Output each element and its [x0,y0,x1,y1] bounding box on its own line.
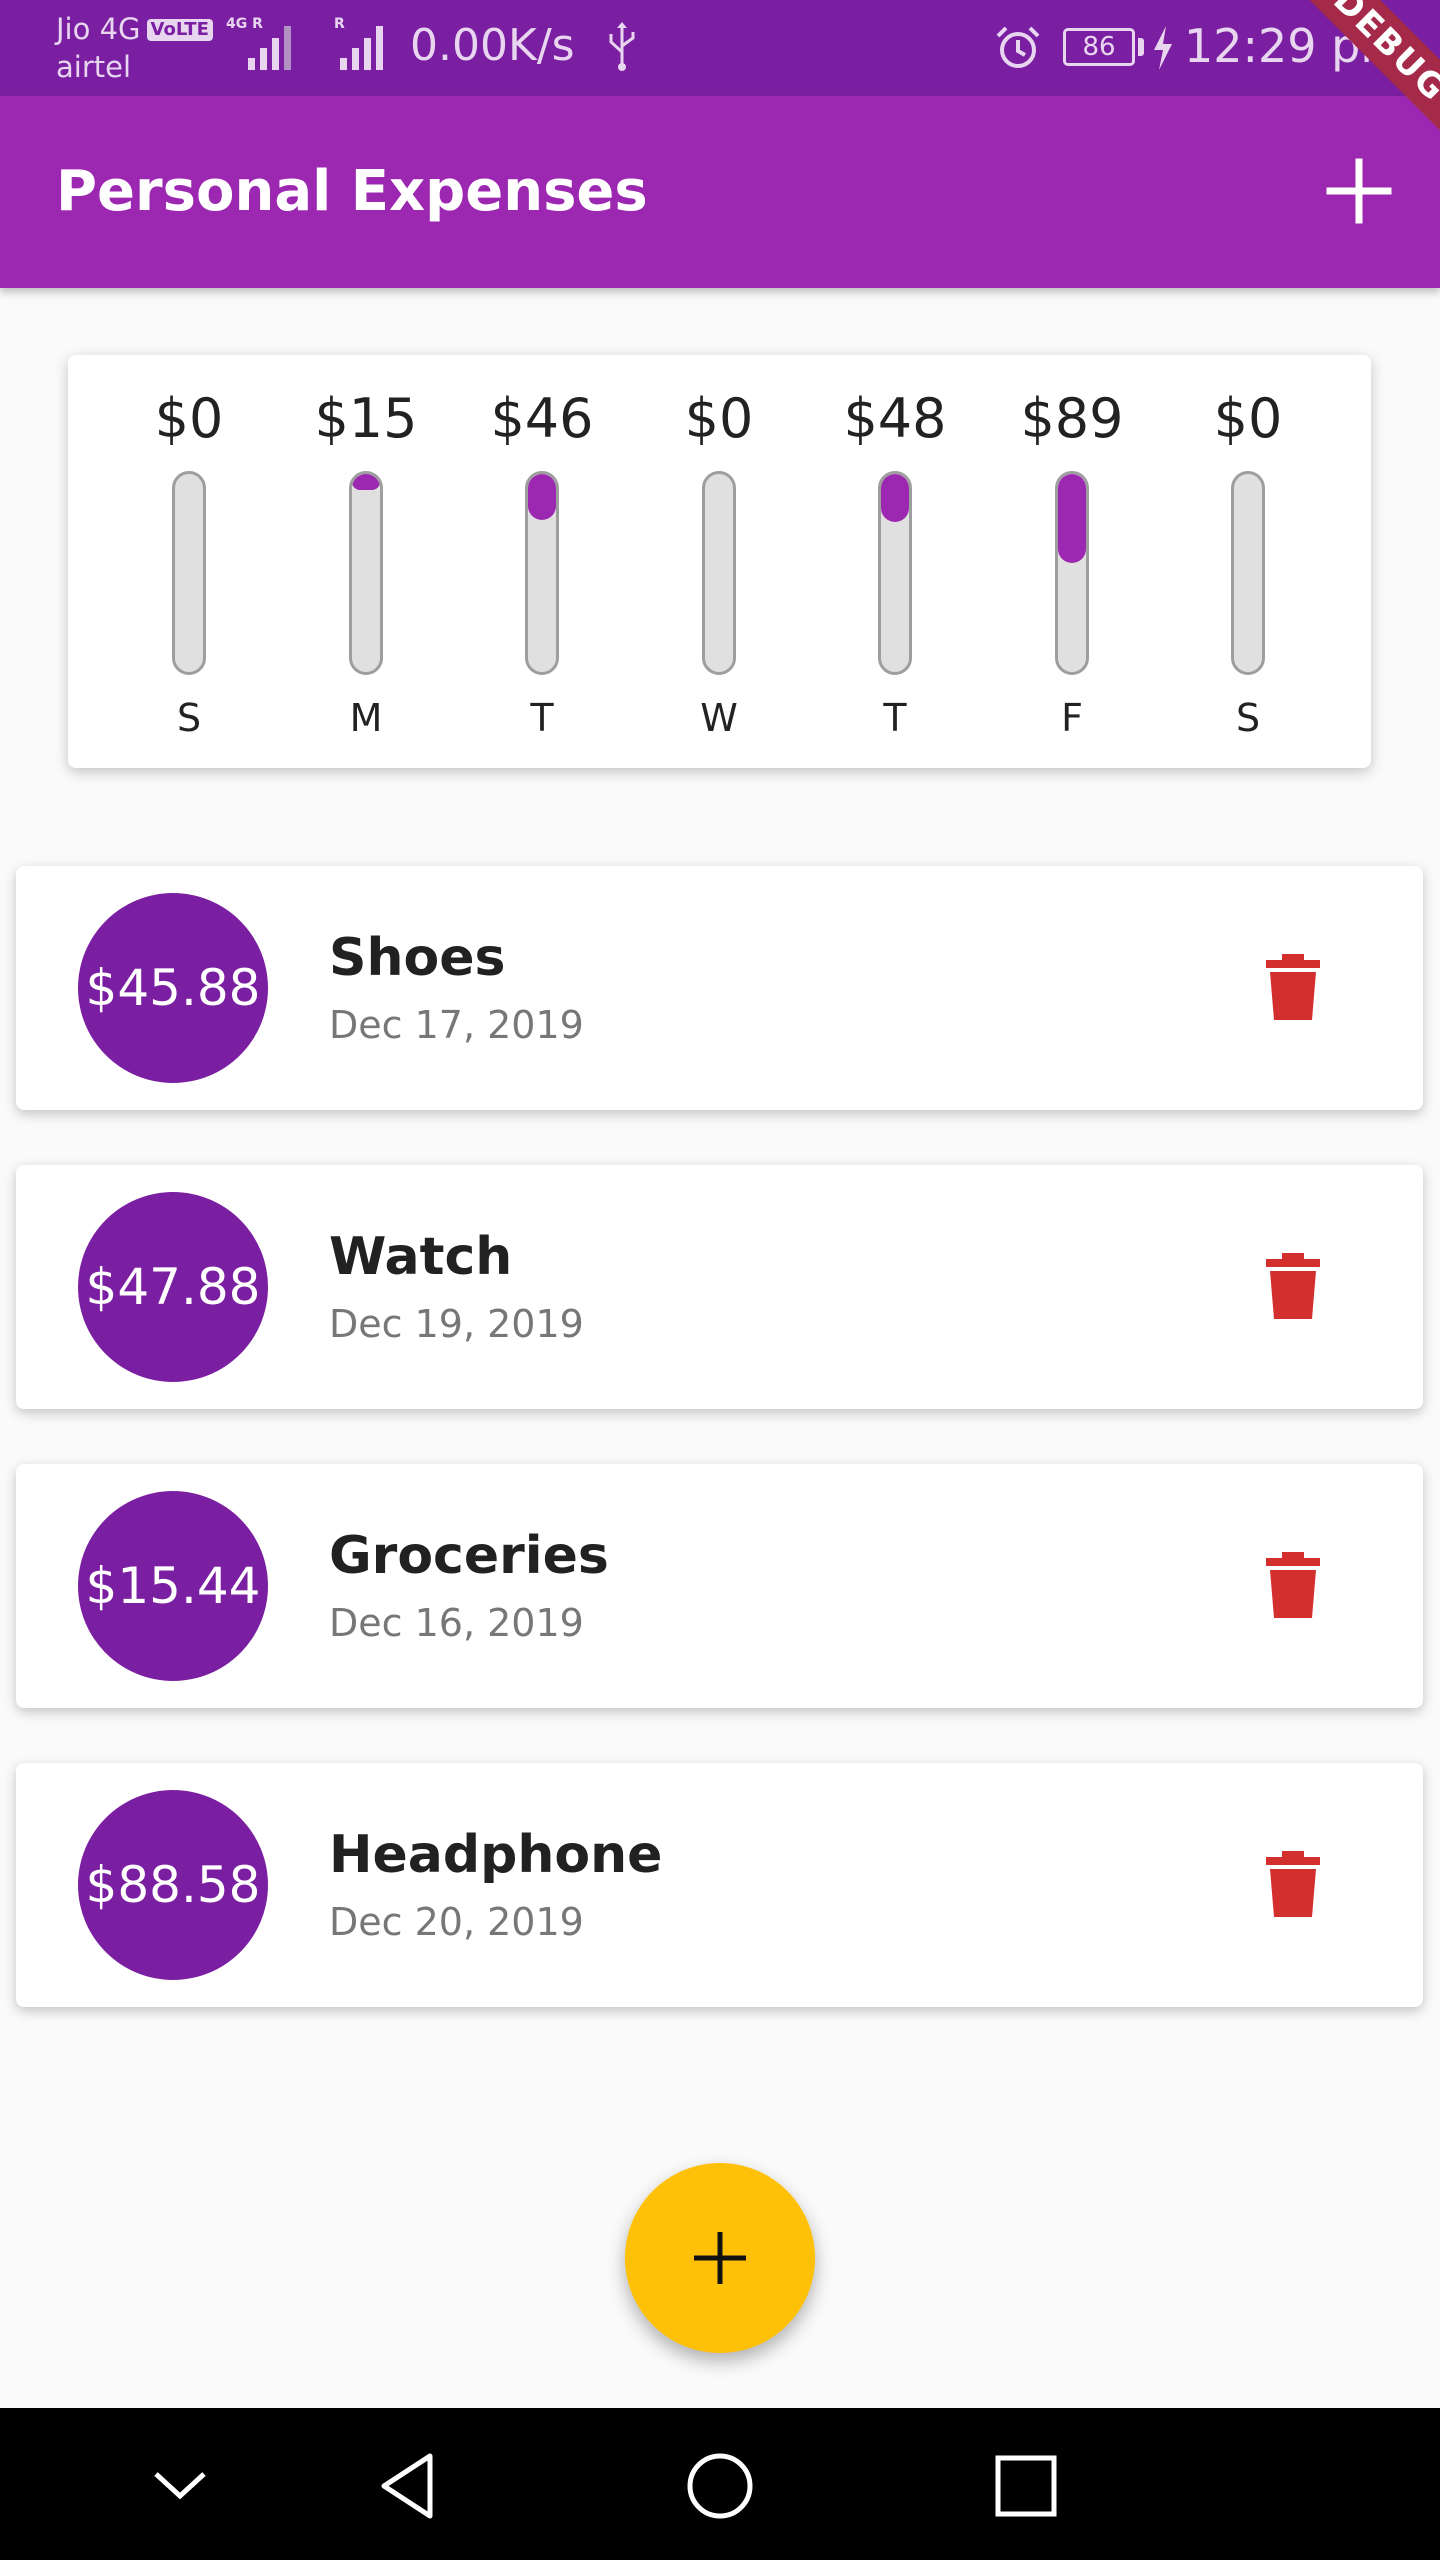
transaction-date: Dec 20, 2019 [329,1900,584,1944]
trash-icon [1266,1552,1320,1618]
chart-day-label: S [176,696,202,740]
transaction-date: Dec 19, 2019 [329,1302,584,1346]
delete-button[interactable] [1260,1253,1326,1319]
transaction-date: Dec 16, 2019 [329,1601,584,1645]
chart-amount-label: $0 [1213,387,1283,450]
chart-amount-label: $0 [154,387,224,450]
carrier-secondary: airtel [56,50,132,84]
delete-button[interactable] [1260,1851,1326,1917]
battery-tip [1138,38,1144,56]
transaction-card: $88.58 Headphone Dec 20, 2019 [16,1763,1423,2007]
chart-bar: $15 M [296,355,436,768]
trash-icon [1266,1253,1320,1319]
chart-day-label: W [700,696,738,740]
signal-icon: 4G R [226,16,300,76]
chart-bar-fill [352,474,380,490]
plus-icon [694,2232,746,2284]
transaction-date: Dec 17, 2019 [329,1003,584,1047]
chart-bar-track [1055,471,1089,675]
trash-icon [1266,1851,1320,1917]
chart-day-label: T [883,696,907,740]
net-speed: 0.00K/s [410,20,575,71]
charging-icon [1154,26,1172,70]
trash-icon [1266,954,1320,1020]
chart-day-label: M [349,696,383,740]
page-title: Personal Expenses [56,159,648,224]
carrier-primary: Jio 4G [56,12,141,46]
chart-amount-label: $48 [843,387,947,450]
back-icon[interactable] [374,2448,450,2524]
weekly-chart: $0 S $15 M $46 T $0 W $48 T $89 F $0 S [68,355,1371,768]
status-bar: Jio 4G VoLTE airtel 4G R R 0.00K/s 86 12… [0,0,1440,96]
chart-day-label: F [1061,696,1083,740]
signal-icon-2: R [334,16,396,76]
amount-avatar: $47.88 [78,1192,268,1382]
chart-amount-label: $46 [490,387,594,450]
chart-amount-label: $89 [1020,387,1124,450]
chart-bar-fill [528,474,556,520]
chart-day-label: S [1235,696,1261,740]
chart-bar-track [702,471,736,675]
transaction-card: $15.44 Groceries Dec 16, 2019 [16,1464,1423,1708]
chart-bar-fill [1058,474,1086,564]
add-transaction-fab[interactable] [625,2163,815,2353]
transaction-card: $47.88 Watch Dec 19, 2019 [16,1165,1423,1409]
chart-bar-track [878,471,912,675]
app-bar: Personal Expenses [0,96,1440,288]
transaction-title: Headphone [329,1825,663,1885]
usb-icon [605,22,639,82]
chart-bar-track [349,471,383,675]
roaming-tag: R [334,16,345,32]
transaction-card: $45.88 Shoes Dec 17, 2019 [16,866,1423,1110]
chart-amount-label: $15 [314,387,418,450]
network-tag: 4G R [226,16,263,32]
home-icon[interactable] [682,2448,758,2524]
amount-avatar: $88.58 [78,1790,268,1980]
chart-bar-fill [881,474,909,522]
chart-bar: $0 S [1178,355,1318,768]
carrier-info: Jio 4G VoLTE airtel [56,10,213,86]
battery-icon: 86 [1063,28,1135,66]
chevron-down-icon[interactable] [142,2448,218,2524]
chart-bar-track [525,471,559,675]
transaction-title: Watch [329,1227,513,1287]
chart-bar: $46 T [472,355,612,768]
chart-amount-label: $0 [684,387,754,450]
transaction-title: Groceries [329,1526,609,1586]
amount-avatar: $15.44 [78,1491,268,1681]
recents-icon[interactable] [988,2448,1064,2524]
chart-bar: $0 W [649,355,789,768]
chart-bar: $0 S [119,355,259,768]
transaction-title: Shoes [329,928,506,988]
navigation-bar [0,2408,1440,2560]
delete-button[interactable] [1260,954,1326,1020]
chart-day-label: T [530,696,554,740]
amount-avatar: $45.88 [78,893,268,1083]
add-transaction-button[interactable] [1320,152,1398,230]
alarm-icon [996,26,1040,68]
chart-bar: $48 T [825,355,965,768]
chart-bar-track [172,471,206,675]
delete-button[interactable] [1260,1552,1326,1618]
volte-badge: VoLTE [146,19,213,41]
chart-bar: $89 F [1002,355,1142,768]
chart-bar-track [1231,471,1265,675]
